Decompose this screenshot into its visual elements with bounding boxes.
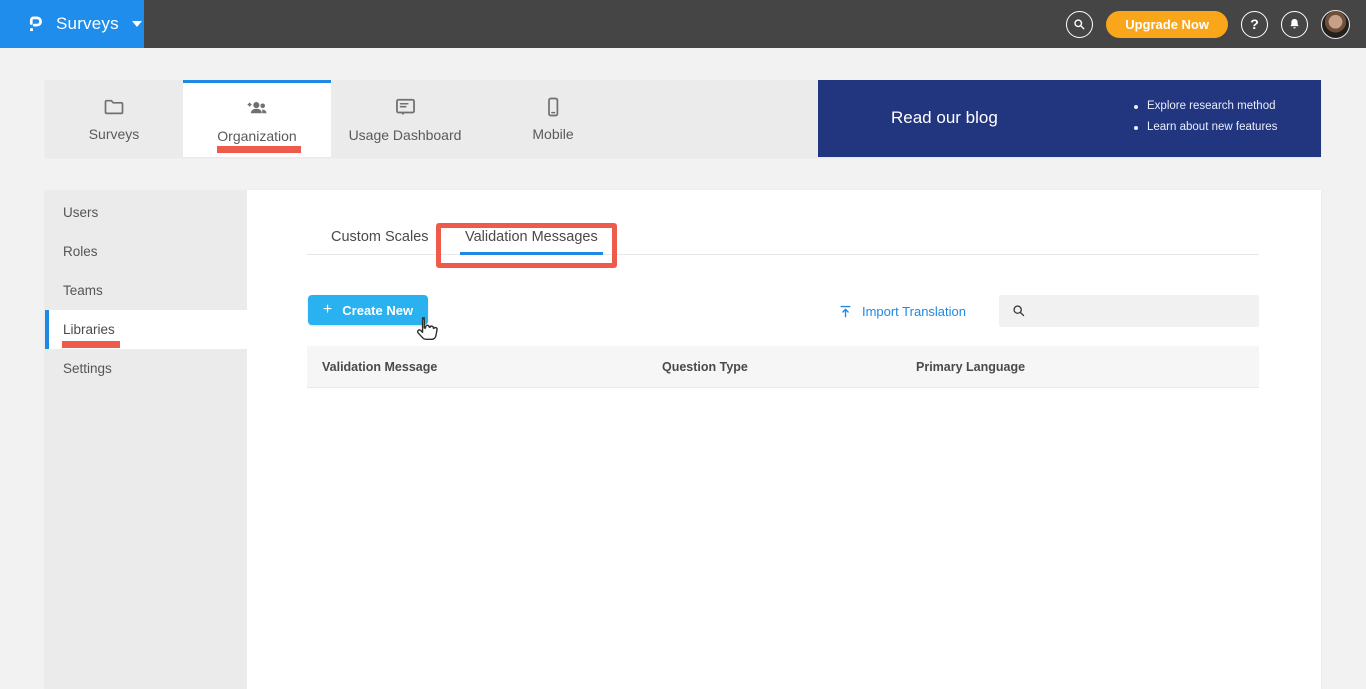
search-icon [1074,18,1085,29]
top-bar: Surveys Upgrade Now ? [0,0,1366,48]
search-input[interactable] [1035,303,1235,319]
module-tab-label: Usage Dashboard [348,126,462,143]
help-button[interactable]: ? [1241,10,1268,38]
blog-promo-banner[interactable]: Read our blog Explore research method Le… [818,80,1321,157]
organization-sidebar: Users Roles Teams Libraries Settings [45,190,247,689]
product-switcher[interactable]: Surveys [0,0,144,48]
add-people-icon [247,102,266,114]
column-header-validation-message: Validation Message [322,359,438,374]
create-new-label: Create New [342,302,414,318]
sidebar-item-teams[interactable]: Teams [45,271,247,310]
annotation-validation-messages-box [436,223,617,268]
sidebar-item-users[interactable]: Users [45,193,247,232]
column-header-primary-language: Primary Language [916,359,1026,374]
toolbar-right: Import Translation [838,295,1259,327]
question-mark-icon: ? [1250,16,1259,32]
annotation-libraries-underline [62,341,120,348]
product-name: Surveys [56,14,119,33]
avatar[interactable] [1321,9,1350,39]
notifications-button[interactable] [1281,10,1308,38]
blog-bullet-text: Learn about new features [1147,121,1278,133]
module-tab-label: Surveys [88,126,140,142]
import-translation-link[interactable]: Import Translation [838,304,966,319]
bullet-dot-icon [1134,125,1138,130]
column-header-question-type: Question Type [662,359,748,374]
bullet-dot-icon [1134,104,1138,109]
questionpro-logo-icon [29,16,42,32]
module-tab-label: Organization [217,128,297,144]
bell-icon [1290,18,1299,28]
import-translation-label: Import Translation [861,303,966,319]
libraries-content: Custom Scales Validation Messages + Crea… [247,190,1321,689]
import-upload-icon [840,305,851,317]
main-panel: Users Roles Teams Libraries Settings Cus… [45,190,1321,689]
blog-bullet-text: Explore research method [1147,100,1276,112]
annotation-organization-underline [217,146,301,153]
folder-icon [104,99,124,115]
sidebar-item-settings[interactable]: Settings [45,349,247,388]
app-screen: Surveys Upgrade Now ? Surveys Organizati… [0,0,1366,689]
tab-custom-scales[interactable]: Custom Scales [326,222,434,255]
search-button[interactable] [1066,10,1094,38]
upgrade-now-button[interactable]: Upgrade Now [1106,10,1228,38]
create-new-button[interactable]: + Create New [308,295,428,325]
blog-promo-title: Read our blog [891,108,998,127]
table-search [999,295,1259,327]
pointer-cursor-icon [416,317,438,341]
module-tab-surveys[interactable]: Surveys [45,80,183,157]
chevron-down-icon [131,21,142,27]
topbar-actions: Upgrade Now ? [1066,0,1350,48]
smartphone-icon [548,97,559,117]
blog-bullet: Learn about new features [1134,117,1277,138]
toolbar: + Create New Import Translation [307,295,1259,329]
dashboard-card-icon [395,98,415,115]
blog-promo-bullets: Explore research method Learn about new … [1134,96,1277,138]
plus-icon: + [322,300,333,318]
module-tab-label: Mobile [532,126,574,142]
module-tab-usage-dashboard[interactable]: Usage Dashboard [331,80,479,157]
sidebar-item-roles[interactable]: Roles [45,232,247,271]
module-tab-mobile[interactable]: Mobile [479,80,627,157]
table-header-row: Validation Message Question Type Primary… [307,346,1259,388]
search-field-icon [1013,305,1025,317]
blog-bullet: Explore research method [1134,96,1277,117]
